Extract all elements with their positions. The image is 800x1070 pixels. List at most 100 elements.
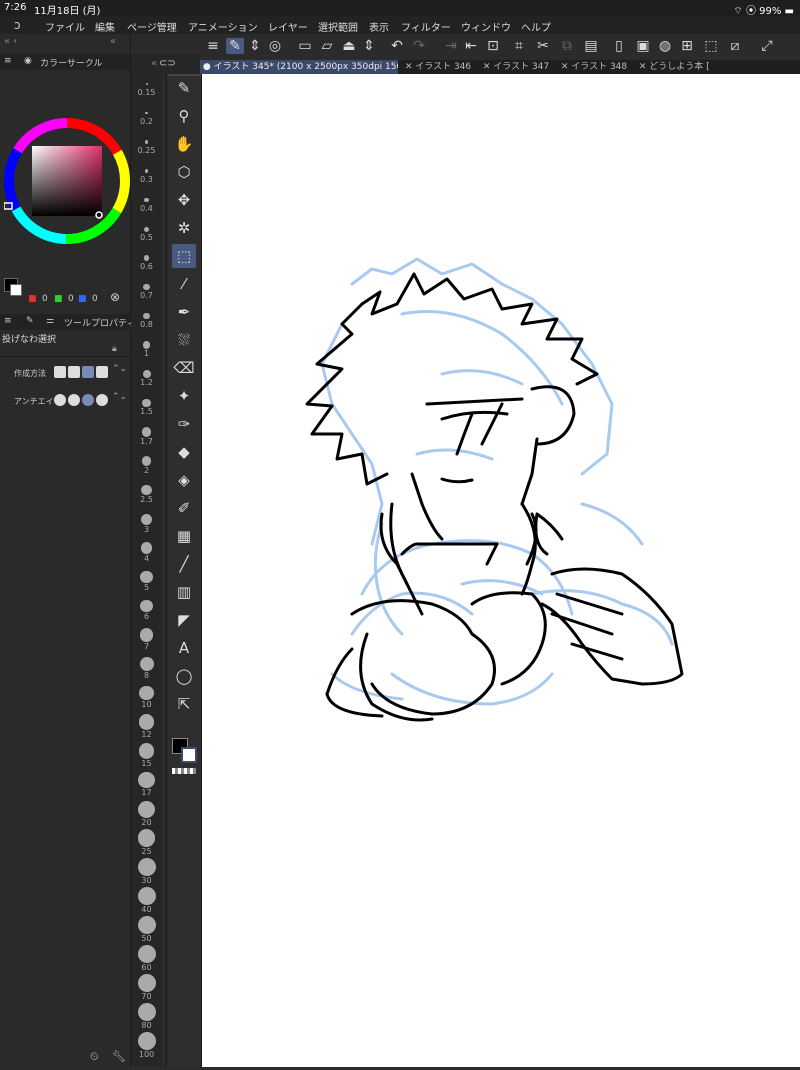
redo-icon[interactable]: ↷ xyxy=(410,38,428,54)
menu-file[interactable]: ファイル xyxy=(45,19,85,34)
brush-size-option[interactable] xyxy=(141,427,152,437)
brush-size-option[interactable] xyxy=(137,945,156,963)
antialias-none[interactable] xyxy=(54,394,66,406)
brush-size-option[interactable] xyxy=(143,312,150,320)
tab-illust-346[interactable]: ✕ イラスト 346 xyxy=(402,60,478,74)
menu-layer[interactable]: レイヤー xyxy=(268,19,308,34)
fountain-pen-icon[interactable]: ✑ xyxy=(172,412,196,436)
tool-property-icon[interactable]: ⚌ xyxy=(46,316,54,326)
brush-size-option[interactable] xyxy=(137,1003,156,1021)
method-intersect-selection[interactable] xyxy=(96,366,108,378)
brush-size-option[interactable] xyxy=(137,829,156,847)
ruler-icon[interactable]: ◤ xyxy=(172,608,196,632)
menu-filter[interactable]: フィルター xyxy=(401,19,451,34)
brush-size-option[interactable] xyxy=(144,226,149,232)
fullscreen-icon[interactable]: ⤢ xyxy=(758,38,776,54)
eraser-icon[interactable]: ⌫ xyxy=(172,356,196,380)
import-icon[interactable]: ⇤ xyxy=(462,38,480,54)
screentone-icon[interactable]: ◍ xyxy=(656,38,674,54)
color-wheel[interactable] xyxy=(4,118,130,244)
new-file-icon[interactable]: ▭ xyxy=(296,38,314,54)
brush-size-option[interactable] xyxy=(144,169,149,173)
menu-view[interactable]: 表示 xyxy=(369,19,389,34)
canvas-icon[interactable]: ▣ xyxy=(634,38,652,54)
selection-icon[interactable]: ⬚ xyxy=(172,244,196,268)
paste-icon[interactable]: ▤ xyxy=(582,38,600,54)
save-icon[interactable]: ⏏ xyxy=(340,38,358,54)
resize-icon[interactable]: ⧄ xyxy=(726,38,744,54)
brush-size-option[interactable] xyxy=(140,542,153,554)
wrench-icon[interactable]: 🔧︎ xyxy=(112,1050,126,1063)
drawing-canvas[interactable] xyxy=(202,74,800,1067)
lock-icon[interactable]: 🔒︎ xyxy=(112,344,117,354)
brush-size-option[interactable] xyxy=(141,456,152,466)
save-stepper-icon[interactable]: ⇕ xyxy=(360,38,378,54)
blend-icon[interactable]: ◆ xyxy=(172,440,196,464)
toolbar-sub-color-swatch[interactable] xyxy=(181,747,197,763)
tab-illust-348[interactable]: ✕ イラスト 348 xyxy=(558,60,636,74)
menu-edit[interactable]: 編集 xyxy=(95,19,115,34)
text-icon[interactable]: A xyxy=(172,636,196,660)
brush-size-option[interactable] xyxy=(142,341,151,349)
collapse-icon[interactable]: « xyxy=(151,58,157,69)
tab-illust-345[interactable]: ● イラスト 345* (2100 x 2500px 350dpi 150.0%… xyxy=(200,60,398,74)
method-stepper-icon[interactable]: ⌃⌄ xyxy=(112,364,127,374)
brush-size-option[interactable] xyxy=(139,657,154,671)
undo-icon[interactable]: ↶ xyxy=(388,38,406,54)
export-icon[interactable]: ⇥ xyxy=(442,38,460,54)
wand-icon[interactable]: ✲ xyxy=(172,216,196,240)
antialias-strong[interactable] xyxy=(96,394,108,406)
selection-tool-icon[interactable]: ⬚ xyxy=(702,38,720,54)
menu-animation[interactable]: アニメーション xyxy=(188,19,258,34)
color-mode-icon[interactable]: ⊗ xyxy=(110,290,120,304)
sparkle-icon[interactable]: ✦ xyxy=(172,384,196,408)
panel-toggle-icon[interactable]: ⊂⊃ xyxy=(159,58,176,69)
brush-size-option[interactable] xyxy=(145,83,148,85)
frame-icon[interactable]: ▥ xyxy=(172,580,196,604)
transparent-color-swatch[interactable] xyxy=(172,768,196,774)
collapse-left-icon[interactable]: « ‹ xyxy=(4,36,17,47)
cut-icon[interactable]: ✂ xyxy=(534,38,552,54)
pen-tool-icon[interactable]: ✒ xyxy=(172,300,196,324)
brush-size-option[interactable] xyxy=(137,974,156,992)
brush-size-option[interactable] xyxy=(138,771,155,789)
airbrush-icon[interactable]: ⛆ xyxy=(172,328,196,352)
antialias-medium[interactable] xyxy=(82,394,94,406)
panel-menu-icon-2[interactable]: ≡ xyxy=(4,316,12,326)
brush-size-option[interactable] xyxy=(143,255,150,261)
collapse-right-icon[interactable]: « xyxy=(110,36,116,47)
pen-icon[interactable]: ✎ xyxy=(172,76,196,100)
move-icon[interactable]: ✥ xyxy=(172,188,196,212)
antialias-weak[interactable] xyxy=(68,394,80,406)
brush-size-option[interactable] xyxy=(145,111,148,115)
brush-size-option[interactable] xyxy=(138,714,155,730)
zoom-icon[interactable]: ⚲ xyxy=(172,104,196,128)
copy-icon[interactable]: ⧉ xyxy=(558,38,576,54)
stepper-icon[interactable]: ⇕ xyxy=(246,38,264,54)
app-logo-icon[interactable]: ↄ xyxy=(14,18,21,32)
brush-size-option[interactable] xyxy=(143,283,150,291)
menu-icon[interactable]: ≡ xyxy=(204,38,222,54)
brush-size-option[interactable] xyxy=(140,570,153,584)
antialias-stepper-icon[interactable]: ⌃⌄ xyxy=(112,392,127,402)
brush-size-option[interactable] xyxy=(141,484,152,496)
brush-size-option[interactable] xyxy=(140,599,153,613)
edit-mode-icon[interactable]: ✎ xyxy=(226,38,244,54)
panel-menu-icon[interactable]: ≡ xyxy=(4,56,12,66)
method-new-selection[interactable] xyxy=(54,366,66,378)
menu-selection[interactable]: 選択範囲 xyxy=(318,19,358,34)
brush-size-option[interactable] xyxy=(137,887,156,905)
brush-settings-icon[interactable]: ✎ xyxy=(26,316,34,326)
brush-size-option[interactable] xyxy=(144,197,149,203)
eyedropper-icon[interactable]: ⁄ xyxy=(172,272,196,296)
hand-icon[interactable]: ✋ xyxy=(172,132,196,156)
menu-page[interactable]: ページ管理 xyxy=(127,19,177,34)
method-add-selection[interactable] xyxy=(68,366,80,378)
crop-icon[interactable]: ⊡ xyxy=(484,38,502,54)
brush-size-option[interactable] xyxy=(139,628,154,642)
menu-help[interactable]: ヘルプ xyxy=(521,19,551,34)
settings-icon[interactable]: ⊞ xyxy=(678,38,696,54)
brush-size-option[interactable] xyxy=(142,398,151,408)
balloon-icon[interactable]: ◯ xyxy=(172,664,196,688)
open-icon[interactable]: ▱ xyxy=(318,38,336,54)
